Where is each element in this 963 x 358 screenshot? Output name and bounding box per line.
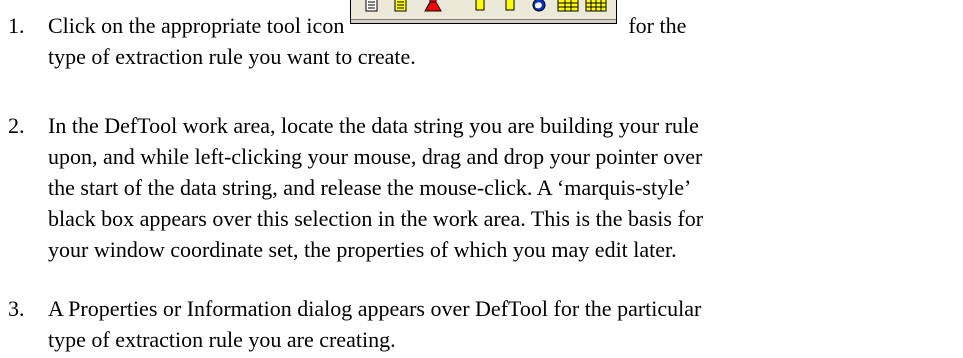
red-marker-icon[interactable] (423, 0, 443, 12)
step-number: 3. (8, 296, 25, 321)
step-2-line: black box appears over this selection in… (48, 206, 704, 231)
step-1-line: type of extraction rule you want to crea… (48, 44, 416, 69)
highlight-rule-icon[interactable] (393, 0, 409, 12)
extraction-rule-toolbar (349, 0, 617, 24)
yellow-flag-icon[interactable] (472, 0, 488, 12)
step-2-line: upon, and while left-clicking your mouse… (48, 144, 703, 169)
step-number: 1. (8, 13, 25, 38)
step-3-line: type of extraction rule you are creating… (48, 327, 396, 352)
table-icon[interactable] (557, 0, 579, 12)
step-2-line: your window coordinate set, the properti… (48, 237, 677, 262)
yellow-flag-icon[interactable] (502, 0, 518, 12)
globe-icon[interactable] (531, 0, 547, 12)
step-number: 2. (8, 113, 25, 138)
step-1-first-line: Click on the appropriate tool icon for t… (48, 0, 960, 41)
table-grid-icon[interactable] (585, 0, 607, 12)
text-rule-icon[interactable] (364, 0, 380, 12)
step-1-text-before: Click on the appropriate tool icon (48, 13, 345, 38)
step-2-line: the start of the data string, and releas… (48, 175, 692, 200)
step-2-line: In the DefTool work area, locate the dat… (48, 113, 699, 138)
step-1-text-after: for the (628, 13, 687, 38)
step-3-line: A Properties or Information dialog appea… (48, 296, 702, 321)
toolbar-face (350, 0, 616, 20)
